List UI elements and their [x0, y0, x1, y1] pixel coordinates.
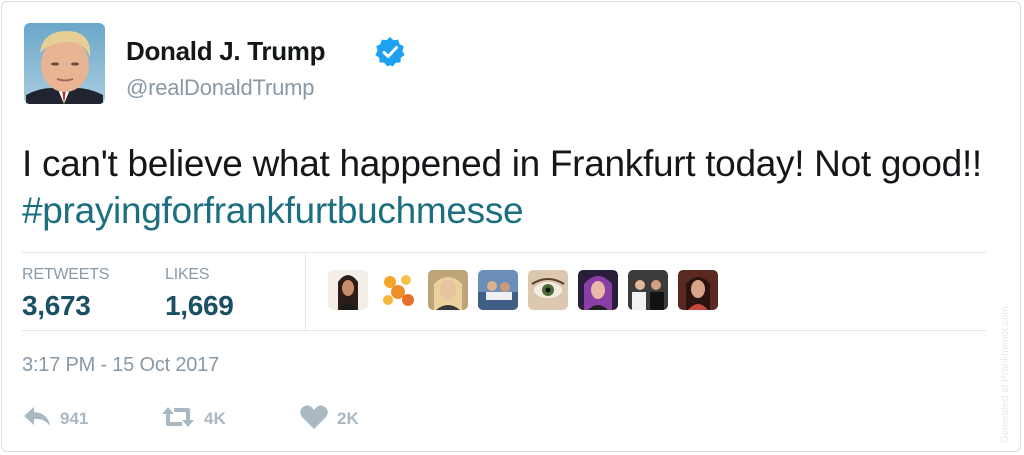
like-button[interactable]: 2K	[299, 402, 359, 432]
retweet-icon	[160, 404, 196, 430]
stats-separator	[305, 254, 306, 330]
tweet-card: Donald J. Trump @realDonaldTrump I can't…	[1, 1, 1021, 452]
reply-icon	[22, 404, 52, 430]
retweet-count: 4K	[204, 409, 226, 428]
likes-count[interactable]: 1,669	[165, 290, 234, 322]
reply-count: 941	[60, 409, 89, 428]
tweet-timestamp[interactable]: 3:17 PM - 15 Oct 2017	[22, 354, 219, 377]
liker-avatar-6[interactable]	[578, 270, 618, 310]
liker-avatar-4[interactable]	[478, 270, 518, 310]
tweet-text: I can't believe what happened in Frankfu…	[22, 143, 982, 184]
retweet-button[interactable]: 4K	[160, 402, 226, 432]
tweet-body: I can't believe what happened in Frankfu…	[22, 140, 1002, 234]
hashtag-link[interactable]: #prayingforfrankfurtbuchmesse	[22, 190, 524, 231]
reply-button[interactable]: 941	[22, 402, 88, 432]
profile-avatar[interactable]	[24, 23, 105, 104]
heart-icon	[299, 404, 329, 430]
liker-avatar-7[interactable]	[628, 270, 668, 310]
liker-avatar-2[interactable]	[378, 270, 418, 310]
liker-avatar-5[interactable]	[528, 270, 568, 310]
display-name[interactable]: Donald J. Trump	[126, 36, 325, 67]
liker-avatar-3[interactable]	[428, 270, 468, 310]
liker-avatar-1[interactable]	[328, 270, 368, 310]
divider-top	[22, 252, 986, 253]
generator-watermark: Generated at Prankmenot.com	[996, 207, 1020, 447]
user-handle[interactable]: @realDonaldTrump	[126, 75, 314, 101]
retweets-label: RETWEETS	[22, 266, 110, 283]
verified-badge-icon	[373, 35, 407, 69]
likes-label: LIKES	[165, 266, 210, 283]
retweets-count[interactable]: 3,673	[22, 290, 91, 322]
divider-bottom	[22, 330, 986, 331]
liker-avatar-8[interactable]	[678, 270, 718, 310]
like-count: 2K	[337, 409, 359, 428]
watermark-text: Generated at Prankmenot.com	[1000, 306, 1011, 443]
